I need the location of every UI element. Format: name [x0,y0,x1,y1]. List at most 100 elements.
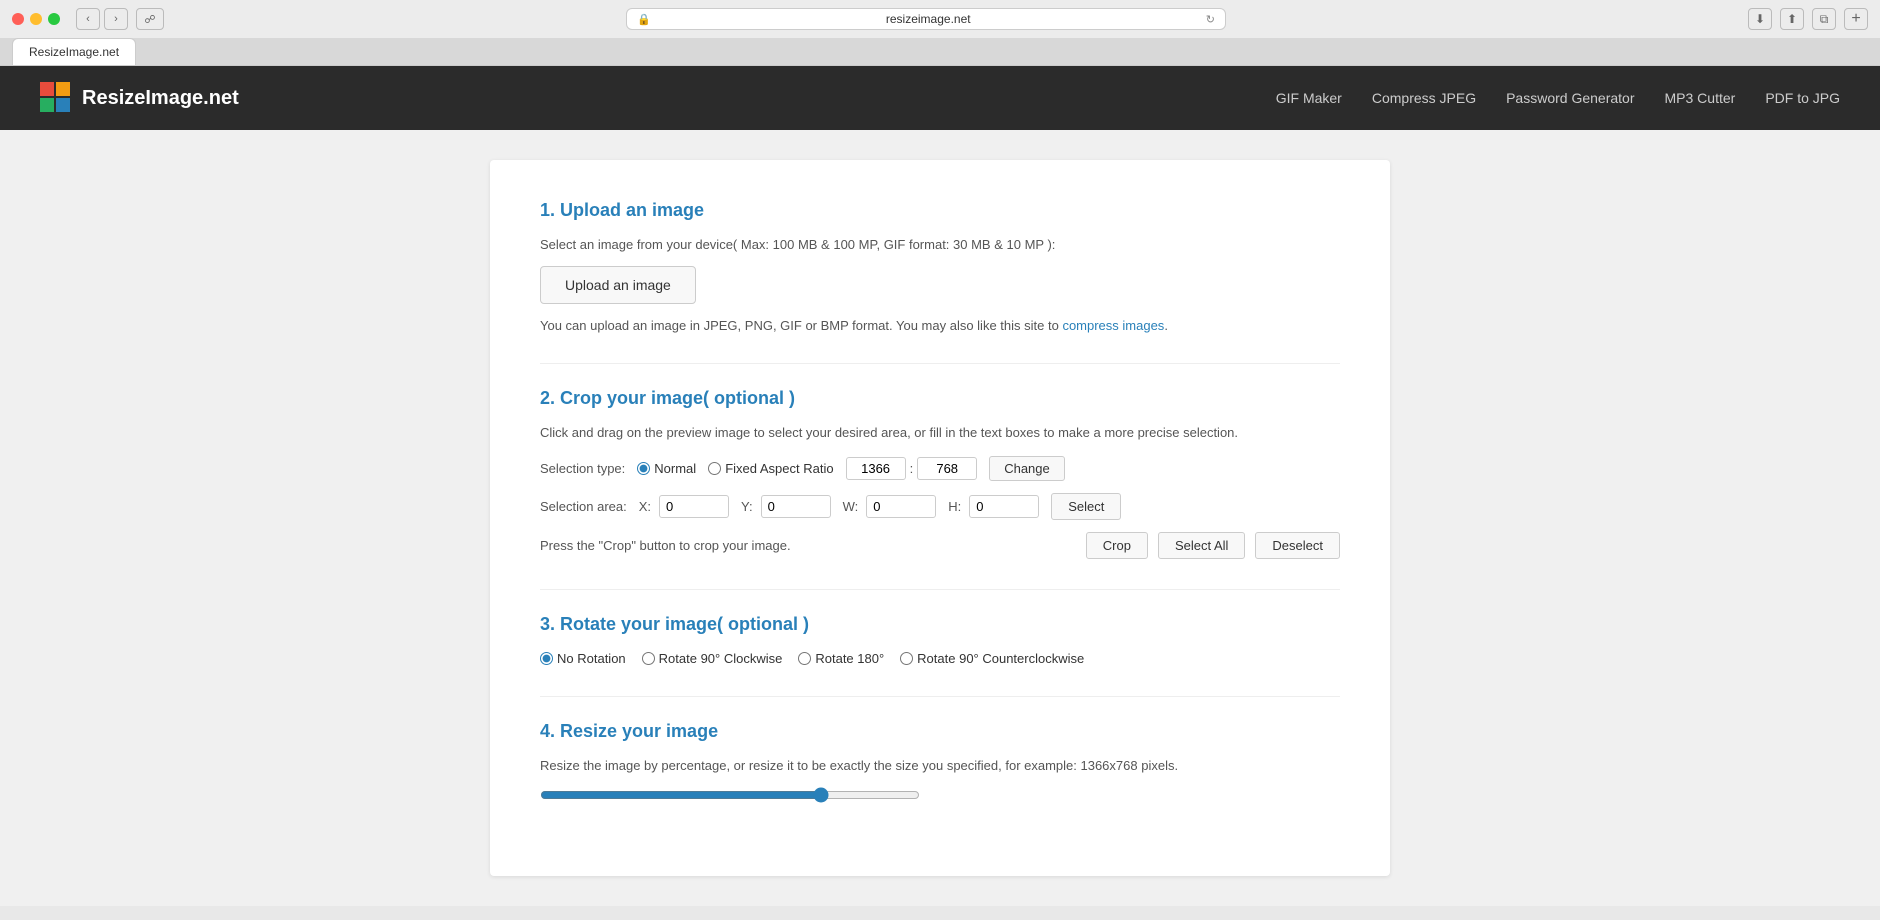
main-card: 1. Upload an image Select an image from … [490,160,1390,876]
radio-normal[interactable] [637,462,650,475]
rotate-options: No Rotation Rotate 90° Clockwise Rotate … [540,651,1340,666]
h-label: H: [948,499,961,514]
minimize-button[interactable] [30,13,42,25]
upload-note-before: You can upload an image in JPEG, PNG, GI… [540,318,1062,333]
upload-note-after: . [1164,318,1168,333]
rotate-cw90-radio[interactable] [642,652,655,665]
selection-type-label: Selection type: [540,461,625,476]
selection-area-row: Selection area: X: Y: W: H: [540,493,1340,520]
reader-view-button[interactable]: ☍ [136,8,164,30]
section-resize: 4. Resize your image Resize the image by… [540,721,1340,806]
y-label: Y: [741,499,753,514]
rotate-ccw90-label[interactable]: Rotate 90° Counterclockwise [900,651,1084,666]
fullscreen-button[interactable] [48,13,60,25]
select-button[interactable]: Select [1051,493,1121,520]
aspect-height-input[interactable] [917,457,977,480]
section-rotate: 3. Rotate your image( optional ) No Rota… [540,614,1340,666]
h-field: H: [948,495,1039,518]
titlebar: ‹ › ☍ 🔒 resizeimage.net ↻ ⬇ ⬆ ⧉ + [0,0,1880,38]
resize-heading: 4. Resize your image [540,721,1340,742]
nav-compress-jpeg[interactable]: Compress JPEG [1372,90,1476,106]
crop-heading: 2. Crop your image( optional ) [540,388,1340,409]
y-input[interactable] [761,495,831,518]
divider-2 [540,589,1340,590]
radio-fixed-label[interactable]: Fixed Aspect Ratio [708,461,833,476]
rotate-ccw90-radio[interactable] [900,652,913,665]
radio-fixed[interactable] [708,462,721,475]
divider-1 [540,363,1340,364]
deselect-button[interactable]: Deselect [1255,532,1340,559]
active-tab[interactable]: ResizeImage.net [12,38,136,65]
selection-type-row: Selection type: Normal Fixed Aspect Rati… [540,456,1340,481]
nav-pdf-to-jpg[interactable]: PDF to JPG [1765,90,1840,106]
rotate-none-text: No Rotation [557,651,626,666]
rotate-180-radio[interactable] [798,652,811,665]
rotate-none-label[interactable]: No Rotation [540,651,626,666]
extensions-button[interactable]: ⬇ [1748,8,1772,30]
y-field: Y: [741,495,831,518]
logo-icon [40,82,72,114]
upload-button[interactable]: Upload an image [540,266,696,304]
split-view-button[interactable]: ⧉ [1812,8,1836,30]
forward-button[interactable]: › [104,8,128,30]
main-content: 1. Upload an image Select an image from … [0,130,1880,906]
rotate-heading: 3. Rotate your image( optional ) [540,614,1340,635]
aspect-separator: : [910,461,914,476]
website-content: ResizeImage.net GIF Maker Compress JPEG … [0,66,1880,906]
w-input[interactable] [866,495,936,518]
crop-actions-row: Press the "Crop" button to crop your ima… [540,532,1340,559]
crop-note: Press the "Crop" button to crop your ima… [540,538,1076,553]
section-upload: 1. Upload an image Select an image from … [540,200,1340,333]
selection-type-radio-group: Normal Fixed Aspect Ratio [637,461,833,476]
w-label: W: [843,499,859,514]
x-field: X: [639,495,729,518]
url-display: resizeimage.net [657,12,1200,26]
aspect-inputs: : [846,457,978,480]
crop-button[interactable]: Crop [1086,532,1148,559]
close-button[interactable] [12,13,24,25]
rotate-180-text: Rotate 180° [815,651,884,666]
logo-text: ResizeImage.net [82,87,239,110]
section-crop: 2. Crop your image( optional ) Click and… [540,388,1340,559]
resize-description: Resize the image by percentage, or resiz… [540,758,1340,773]
address-bar[interactable]: 🔒 resizeimage.net ↻ [626,8,1226,30]
x-input[interactable] [659,495,729,518]
tab-bar: ResizeImage.net [0,38,1880,65]
selection-area-label: Selection area: [540,499,627,514]
radio-normal-label[interactable]: Normal [637,461,696,476]
share-button[interactable]: ⬆ [1780,8,1804,30]
nav-gif-maker[interactable]: GIF Maker [1276,90,1342,106]
slider-container [540,787,1340,806]
rotate-cw90-label[interactable]: Rotate 90° Clockwise [642,651,783,666]
rotate-cw90-text: Rotate 90° Clockwise [659,651,783,666]
rotate-ccw90-text: Rotate 90° Counterclockwise [917,651,1084,666]
browser-actions: ⬇ ⬆ ⧉ + [1748,8,1868,30]
nav-mp3-cutter[interactable]: MP3 Cutter [1665,90,1736,106]
h-input[interactable] [969,495,1039,518]
radio-fixed-text: Fixed Aspect Ratio [725,461,833,476]
traffic-lights [12,13,60,25]
radio-normal-text: Normal [654,461,696,476]
back-button[interactable]: ‹ [76,8,100,30]
select-all-button[interactable]: Select All [1158,532,1245,559]
new-tab-button[interactable]: + [1844,8,1868,30]
change-button[interactable]: Change [989,456,1065,481]
crop-description: Click and drag on the preview image to s… [540,425,1340,440]
nav-password-generator[interactable]: Password Generator [1506,90,1634,106]
upload-note: You can upload an image in JPEG, PNG, GI… [540,318,1340,333]
divider-3 [540,696,1340,697]
logo-area: ResizeImage.net [40,82,239,114]
x-label: X: [639,499,651,514]
rotate-none-radio[interactable] [540,652,553,665]
rotate-180-label[interactable]: Rotate 180° [798,651,884,666]
resize-slider[interactable] [540,787,920,803]
aspect-width-input[interactable] [846,457,906,480]
w-field: W: [843,495,937,518]
lock-icon: 🔒 [637,13,651,26]
browser-chrome: ‹ › ☍ 🔒 resizeimage.net ↻ ⬇ ⬆ ⧉ + Resize… [0,0,1880,66]
navbar: ResizeImage.net GIF Maker Compress JPEG … [0,66,1880,130]
nav-links: GIF Maker Compress JPEG Password Generat… [1276,90,1840,106]
reload-icon[interactable]: ↻ [1206,13,1215,26]
compress-images-link[interactable]: compress images [1062,318,1164,333]
upload-description: Select an image from your device( Max: 1… [540,237,1340,252]
